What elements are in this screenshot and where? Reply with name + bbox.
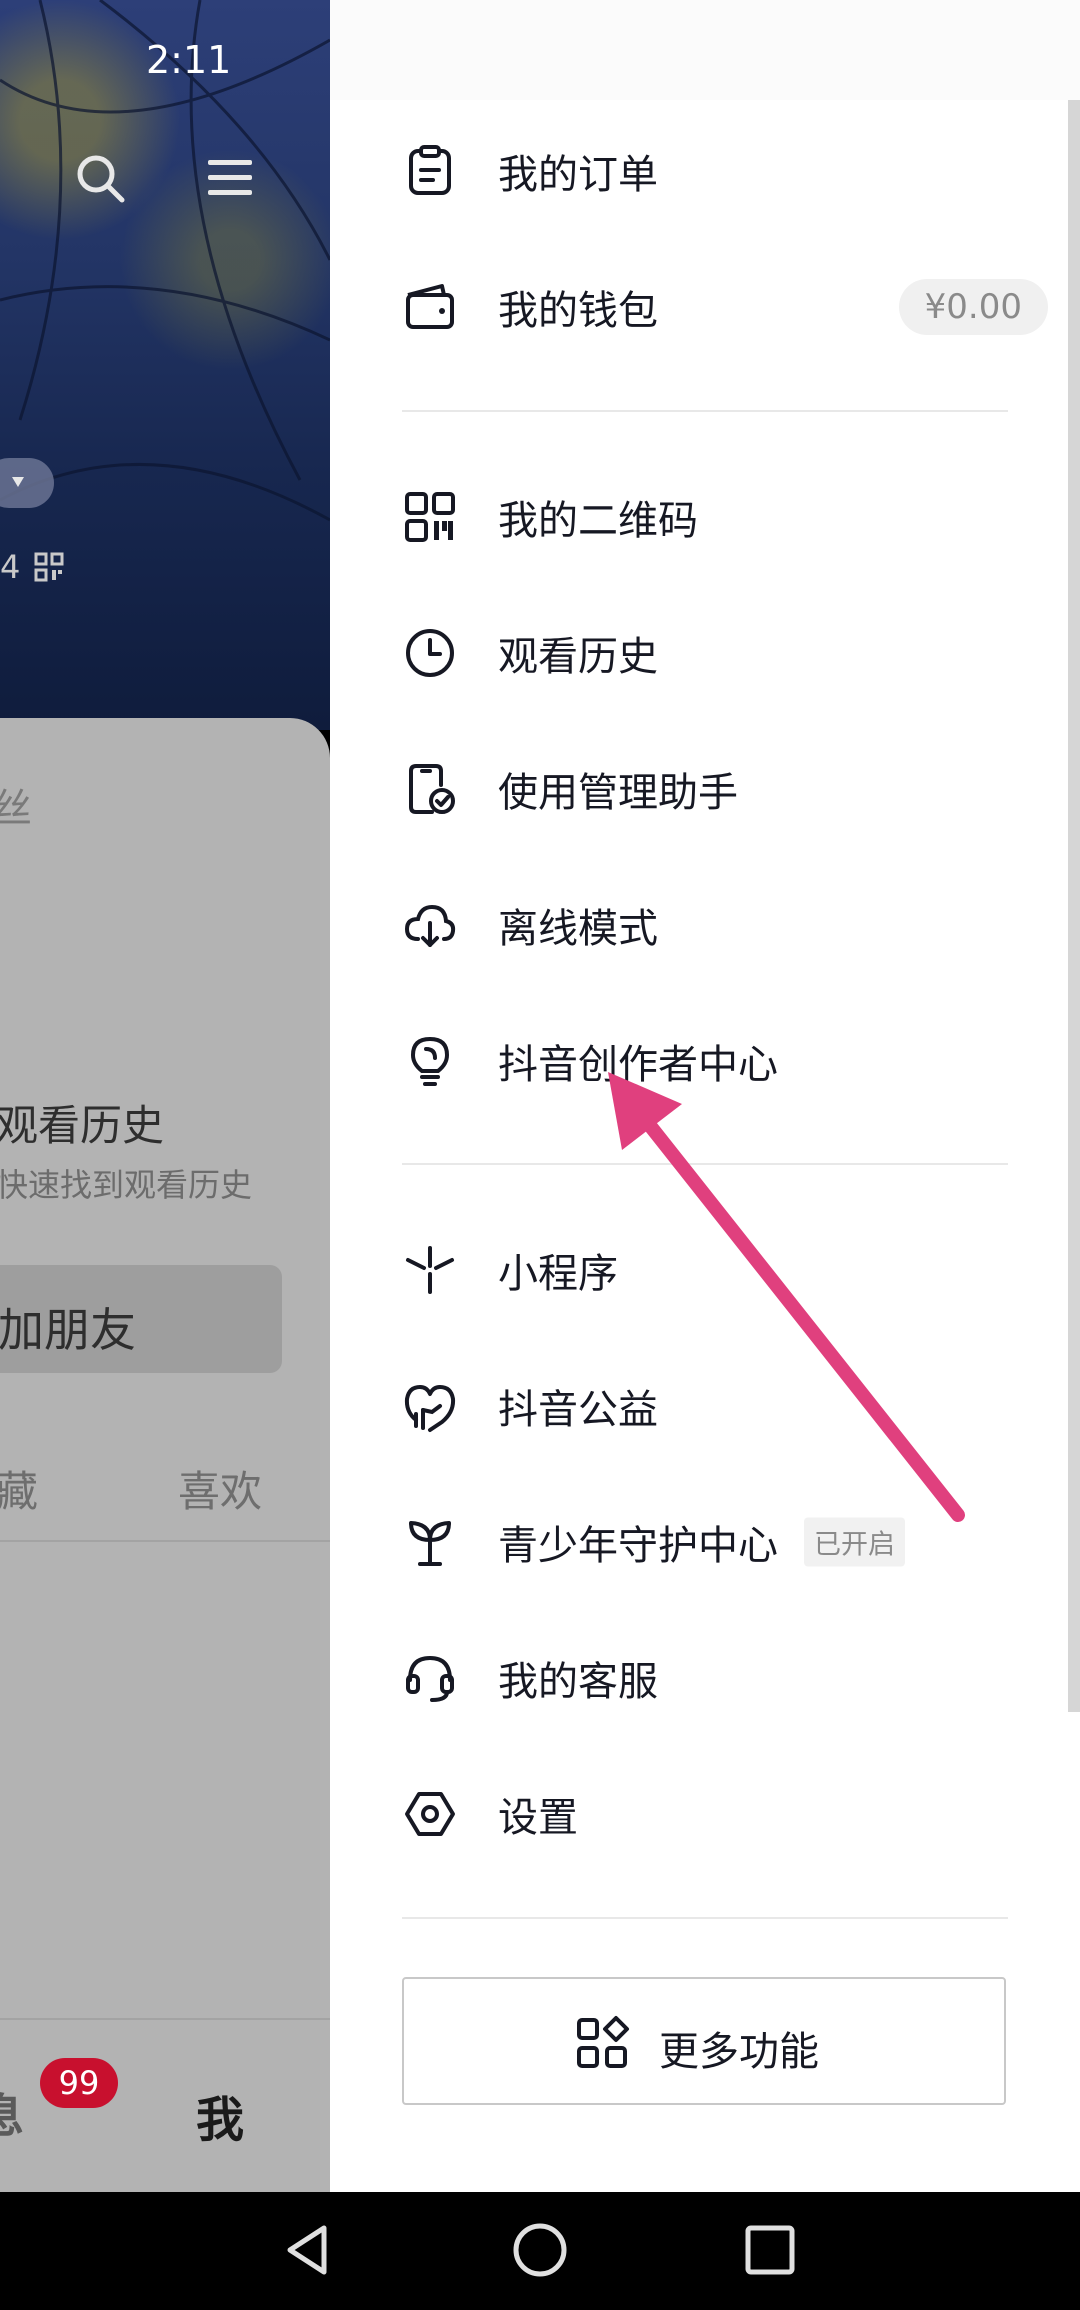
qr-code-icon — [405, 492, 455, 542]
system-navigation-bar — [0, 2192, 1080, 2310]
menu-label-customer-service: 我的客服 — [498, 1659, 658, 1705]
recents-nav-icon[interactable] — [744, 2224, 796, 2276]
menu-item-settings[interactable]: 设置 — [330, 1754, 1030, 1874]
status-time: 2:11 — [146, 38, 232, 82]
profile-content-background — [0, 718, 330, 2192]
menu-item-usage-assistant[interactable]: 使用管理助手 — [330, 729, 1030, 849]
qr-small-icon[interactable] — [34, 552, 64, 582]
tab-likes[interactable]: 喜欢 — [178, 1458, 262, 1519]
headset-icon — [406, 1655, 454, 1702]
grid-apps-icon — [577, 2016, 629, 2068]
menu-item-customer-service[interactable]: 我的客服 — [330, 1618, 1030, 1738]
menu-label-usage-assistant: 使用管理助手 — [498, 770, 738, 816]
more-features-label: 更多功能 — [659, 2029, 819, 2075]
menu-icon[interactable] — [206, 156, 254, 200]
drawer-scrollbar[interactable] — [1068, 100, 1080, 1712]
section-divider — [402, 410, 1008, 412]
menu-label-watch-history: 观看历史 — [498, 634, 658, 680]
wallet-icon — [406, 284, 454, 329]
youth-protection-status-badge: 已开启 — [804, 1517, 905, 1567]
chevron-down-icon[interactable] — [0, 458, 54, 508]
menu-item-watch-history[interactable]: 观看历史 — [330, 593, 1030, 713]
menu-item-charity[interactable]: 抖音公益 — [330, 1346, 1030, 1466]
bottom-nav-divider — [0, 2018, 330, 2020]
cloud-download-icon — [404, 904, 456, 947]
bottom-nav-messages-fragment[interactable]: 息 — [0, 2080, 24, 2146]
background-profile-page: 2:11 4 丝 观看历史 快速找到观看历史 加朋友 藏 喜欢 息 99 我 — [0, 0, 330, 2192]
menu-label-mini-programs: 小程序 — [498, 1251, 618, 1297]
charity-heart-icon — [404, 1385, 456, 1432]
menu-label-charity: 抖音公益 — [498, 1387, 658, 1433]
section-divider — [402, 1917, 1008, 1919]
menu-label-settings: 设置 — [498, 1795, 578, 1841]
menu-label-offline-mode: 离线模式 — [498, 906, 658, 952]
back-nav-icon[interactable] — [282, 2222, 332, 2278]
drawer-status-bar — [330, 0, 1080, 100]
settings-hex-icon — [405, 1792, 455, 1836]
menu-item-offline-mode[interactable]: 离线模式 — [330, 865, 1030, 985]
add-friend-label: 加朋友 — [0, 1303, 136, 1357]
menu-item-mini-programs[interactable]: 小程序 — [330, 1210, 1030, 1330]
order-icon — [409, 145, 451, 195]
sprout-icon — [409, 1521, 451, 1566]
wallet-balance: ¥0.00 — [898, 279, 1048, 335]
side-drawer: 我的订单 我的钱包 ¥0.00 我的二维码 观看历史 使用管理助手 离线模式 抖… — [330, 0, 1080, 2192]
bottom-nav-me[interactable]: 我 — [196, 2080, 244, 2150]
menu-label-wallet: 我的钱包 — [498, 288, 658, 334]
mini-program-icon — [406, 1246, 454, 1294]
tabs-divider — [0, 1540, 330, 1542]
search-icon[interactable] — [74, 152, 126, 204]
profile-header-background: 2:11 4 — [0, 0, 330, 730]
lightbulb-icon — [411, 1037, 449, 1086]
menu-item-qr-code[interactable]: 我的二维码 — [330, 457, 1030, 577]
menu-label-youth-protection: 青少年守护中心 — [498, 1523, 778, 1569]
more-features-button[interactable]: 更多功能 — [402, 1977, 1006, 2105]
menu-label-qr-code: 我的二维码 — [498, 498, 698, 544]
clock-icon — [406, 629, 454, 677]
menu-item-orders[interactable]: 我的订单 — [330, 111, 1030, 231]
section-divider — [402, 1163, 1008, 1165]
home-nav-icon[interactable] — [512, 2222, 568, 2278]
messages-badge: 99 — [40, 2058, 118, 2108]
phone-check-icon — [409, 764, 455, 814]
menu-item-youth-protection[interactable]: 青少年守护中心 已开启 — [330, 1482, 1030, 1602]
tree-branches-decoration — [0, 0, 330, 522]
history-card-subtitle: 快速找到观看历史 — [0, 1166, 253, 1204]
fans-label-fragment: 丝 — [0, 786, 32, 832]
tab-favorites-fragment[interactable]: 藏 — [0, 1458, 38, 1519]
menu-label-creator-center: 抖音创作者中心 — [498, 1042, 778, 1088]
menu-label-orders: 我的订单 — [498, 152, 658, 198]
history-card-title[interactable]: 观看历史 — [0, 1092, 164, 1153]
profile-count-text: 4 — [0, 548, 21, 586]
menu-item-wallet[interactable]: 我的钱包 ¥0.00 — [330, 247, 1048, 367]
menu-item-creator-center[interactable]: 抖音创作者中心 — [330, 1001, 1030, 1121]
